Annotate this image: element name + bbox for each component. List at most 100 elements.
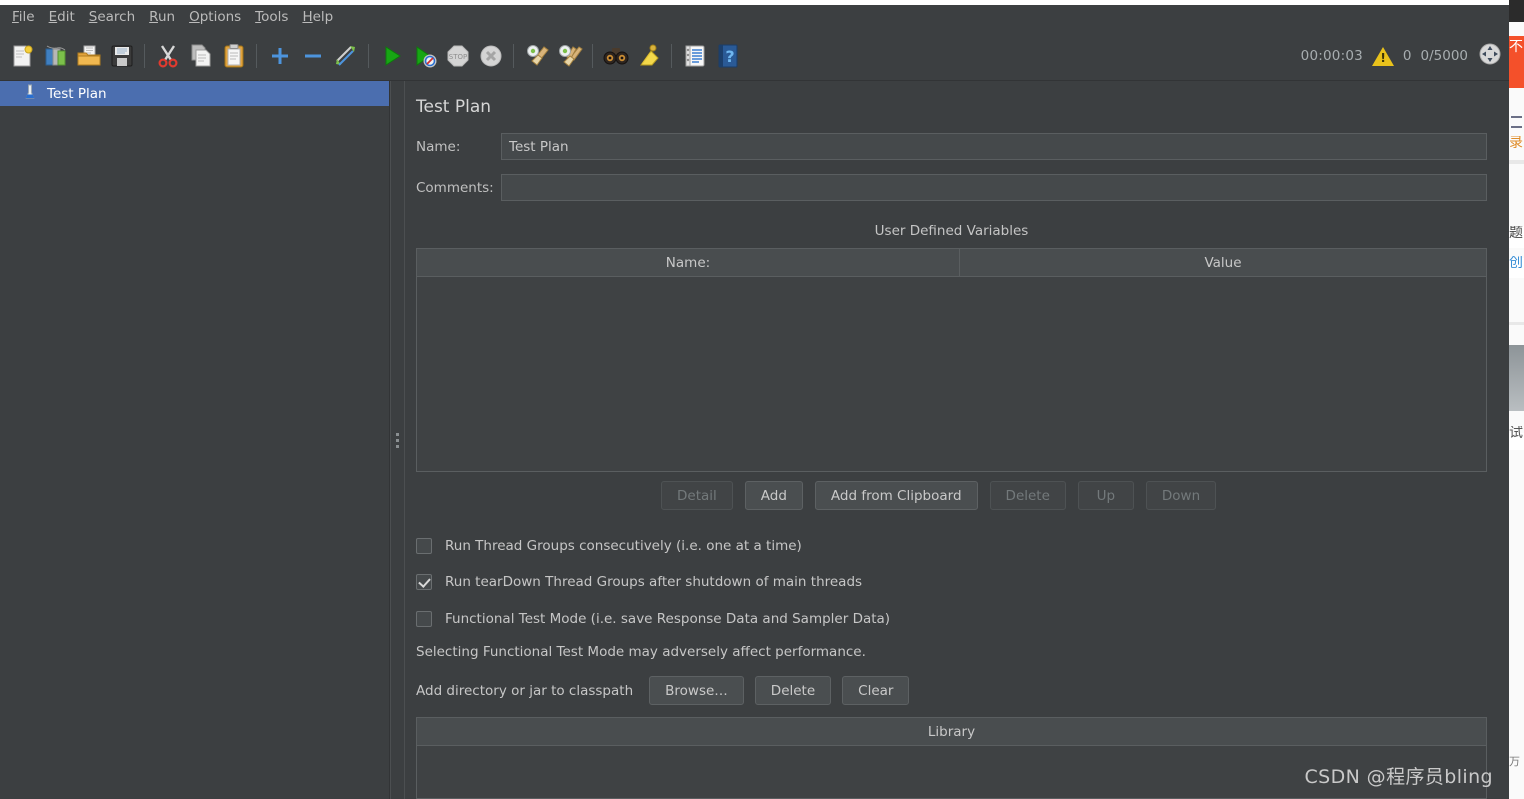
functional-test-mode-row[interactable]: Functional Test Mode (i.e. save Response… — [416, 611, 890, 627]
run-consecutively-label: Run Thread Groups consecutively (i.e. on… — [445, 538, 802, 554]
sliver-gap-3 — [1509, 325, 1524, 345]
shutdown-icon — [480, 45, 501, 67]
column-header-value[interactable]: Value — [960, 249, 1486, 276]
add-button[interactable]: Add — [744, 481, 803, 510]
name-label: Name: — [416, 138, 461, 155]
expand-all-button[interactable] — [263, 40, 296, 73]
run-teardown-checkbox[interactable] — [416, 574, 432, 590]
menu-file[interactable]: File — [5, 8, 42, 29]
clear-all-button[interactable] — [553, 40, 586, 73]
copy-icon — [191, 44, 210, 67]
classpath-label: Add directory or jar to classpath — [416, 682, 634, 699]
menu-options[interactable]: Options — [182, 8, 248, 29]
run-consecutively-checkbox[interactable] — [416, 538, 432, 554]
table-header-row: Name: Value — [417, 249, 1486, 277]
browse-button[interactable]: Browse… — [649, 676, 744, 705]
minus-icon — [304, 54, 321, 58]
templates-icon — [45, 45, 65, 66]
stop-button[interactable]: STOP — [441, 40, 474, 73]
sliver-footer-glyph: 万 — [1509, 756, 1520, 767]
sliver-thumbnail-image[interactable] — [1509, 345, 1524, 411]
run-teardown-label: Run tearDown Thread Groups after shutdow… — [445, 574, 863, 590]
sliver-link-glyph: 创 — [1509, 256, 1523, 270]
toolbar-separator — [256, 44, 257, 68]
start-button[interactable] — [375, 40, 408, 73]
column-header-name[interactable]: Name: — [417, 249, 960, 276]
test-plan-tree-panel: Test Plan — [0, 81, 390, 799]
column-header-library[interactable]: Library — [417, 718, 1486, 745]
save-icon — [111, 45, 132, 67]
classpath-row: Add directory or jar to classpath Browse… — [416, 676, 910, 705]
background-browser-sliver[interactable]: 不 录 题 创 试 万 — [1509, 0, 1524, 799]
play-icon — [385, 46, 401, 66]
clear-classpath-button[interactable]: Clear — [842, 676, 910, 705]
sliver-menu-glyph: 录 — [1509, 136, 1523, 150]
sliver-body-3 — [1509, 450, 1524, 780]
help-button[interactable]: ? — [711, 40, 744, 73]
open-button[interactable] — [72, 40, 105, 73]
new-button[interactable] — [6, 40, 39, 73]
clear-button[interactable] — [520, 40, 553, 73]
move-up-button[interactable]: Up — [1077, 481, 1134, 510]
run-consecutively-row[interactable]: Run Thread Groups consecutively (i.e. on… — [416, 538, 802, 554]
run-teardown-row[interactable]: Run tearDown Thread Groups after shutdow… — [416, 574, 862, 590]
sliver-body-1 — [1509, 164, 1524, 226]
menu-run[interactable]: Run — [142, 8, 182, 29]
menu-bar: File Edit Search Run Options Tools Help — [0, 5, 1509, 32]
toggle-button[interactable] — [329, 40, 362, 73]
detail-button[interactable]: Detail — [661, 481, 733, 510]
thread-status-icon[interactable] — [1477, 41, 1503, 71]
delete-variable-button[interactable]: Delete — [989, 481, 1066, 510]
menu-edit[interactable]: Edit — [42, 8, 82, 29]
move-down-button[interactable]: Down — [1145, 481, 1217, 510]
search-reset-button[interactable] — [632, 40, 665, 73]
test-plan-editor-panel: Test Plan Name: Test Plan Comments: User… — [405, 81, 1509, 799]
function-helper-button[interactable] — [678, 40, 711, 73]
toggle-icon — [335, 46, 355, 66]
sliver-footer — [1509, 780, 1524, 799]
templates-button[interactable] — [39, 40, 72, 73]
open-icon — [77, 45, 100, 66]
paste-button[interactable] — [217, 40, 250, 73]
svg-text:STOP: STOP — [448, 53, 466, 61]
jmeter-window: File Edit Search Run Options Tools Help — [0, 5, 1509, 799]
add-from-clipboard-button[interactable]: Add from Clipboard — [814, 481, 978, 510]
help-icon: ? — [718, 44, 737, 68]
table-body[interactable] — [417, 277, 1486, 471]
toolbar-status-area: 00:00:03 0 0/5000 — [1301, 41, 1509, 71]
cut-icon — [157, 45, 178, 68]
functional-test-mode-checkbox[interactable] — [416, 611, 432, 627]
menu-help[interactable]: Help — [295, 8, 340, 29]
functional-test-mode-label: Functional Test Mode (i.e. save Response… — [445, 611, 891, 627]
sliver-menu-line-2 — [1511, 126, 1522, 128]
start-no-pauses-button[interactable] — [408, 40, 441, 73]
tree-item-test-plan[interactable]: Test Plan — [0, 81, 389, 106]
menu-tools[interactable]: Tools — [248, 8, 295, 29]
shutdown-button[interactable] — [474, 40, 507, 73]
clear-icon — [526, 45, 549, 66]
copy-button[interactable] — [184, 40, 217, 73]
cut-button[interactable] — [151, 40, 184, 73]
user-defined-variables-button-row: Detail Add Add from Clipboard Delete Up … — [661, 481, 1217, 510]
toolbar-separator — [513, 44, 514, 68]
sliver-menu-line-1 — [1511, 116, 1522, 118]
paste-icon — [224, 44, 243, 68]
split-pane-divider[interactable] — [390, 81, 405, 799]
save-button[interactable] — [105, 40, 138, 73]
delete-classpath-button[interactable]: Delete — [754, 676, 832, 705]
menu-search[interactable]: Search — [82, 8, 142, 29]
binoculars-icon — [603, 48, 628, 65]
sliver-body-2 — [1509, 278, 1524, 322]
user-defined-variables-table[interactable]: Name: Value — [416, 248, 1487, 472]
collapse-all-button[interactable] — [296, 40, 329, 73]
name-input[interactable]: Test Plan — [501, 133, 1487, 160]
sliver-heading-glyph: 题 — [1509, 226, 1523, 240]
comments-input[interactable] — [501, 174, 1487, 201]
warning-icon[interactable] — [1371, 46, 1394, 66]
functional-test-mode-note: Selecting Functional Test Mode may adver… — [416, 644, 866, 660]
comments-field-row: Comments: — [416, 174, 1487, 201]
page-title: Test Plan — [416, 97, 492, 117]
search-button[interactable] — [599, 40, 632, 73]
stop-icon: STOP — [447, 45, 468, 67]
watermark: CSDN @程序员bling — [1304, 766, 1493, 788]
